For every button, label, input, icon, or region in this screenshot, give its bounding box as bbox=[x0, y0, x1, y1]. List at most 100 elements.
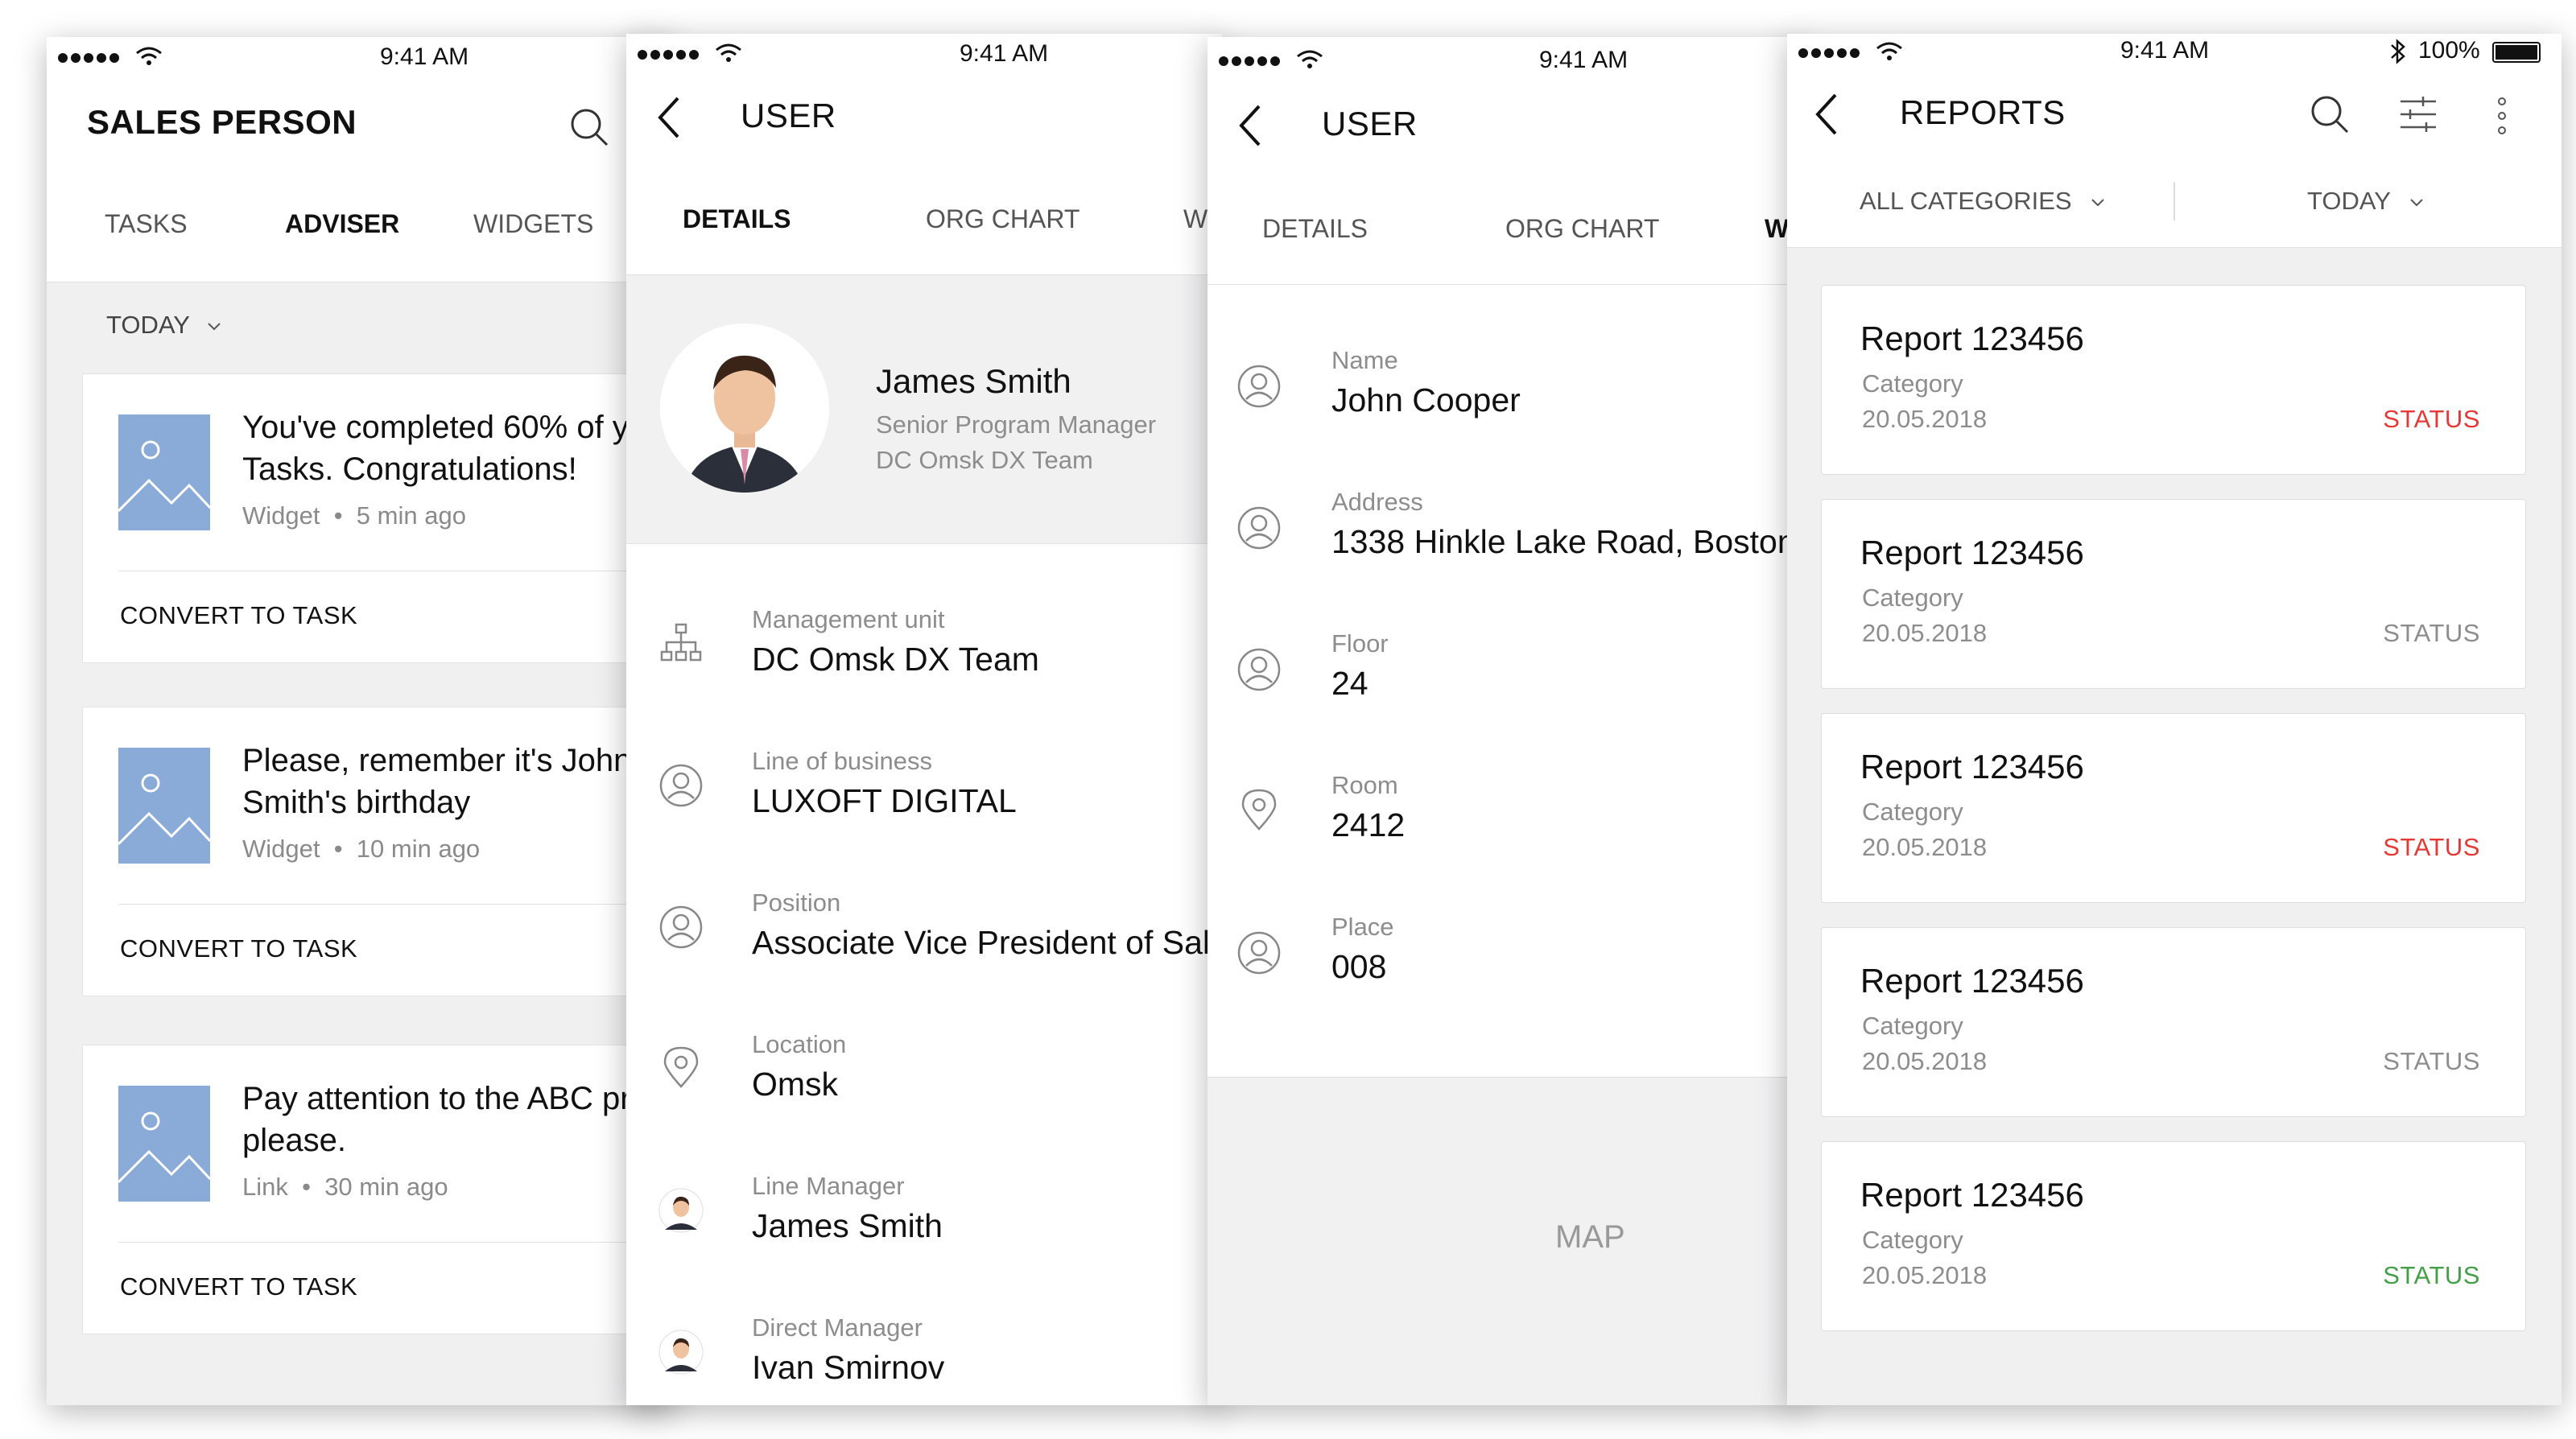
wifi-icon bbox=[716, 43, 741, 62]
detail-row-place: Place 008 bbox=[1208, 913, 1803, 1033]
report-card[interactable]: Report 123456 Category 20.05.2018 STATUS bbox=[1821, 713, 2526, 903]
field-label: Place bbox=[1331, 913, 1394, 941]
field-value: John Cooper bbox=[1331, 381, 1521, 419]
field-value: LUXOFT DIGITAL bbox=[752, 782, 1017, 819]
filter-settings-icon[interactable] bbox=[2397, 93, 2439, 135]
search-icon[interactable] bbox=[567, 105, 612, 150]
page-title: REPORTS bbox=[1900, 93, 2066, 131]
back-arrow-icon[interactable] bbox=[1813, 92, 1842, 137]
report-title: Report 123456 bbox=[1860, 962, 2084, 1000]
divider bbox=[118, 1242, 675, 1243]
signal-icon bbox=[58, 53, 119, 63]
status-time: 9:41 AM bbox=[960, 40, 1049, 67]
report-category: Category bbox=[1862, 1226, 1963, 1254]
tab-overflow[interactable]: W bbox=[1765, 214, 1789, 244]
chevron-down-icon bbox=[2091, 199, 2104, 207]
field-value: 24 bbox=[1331, 665, 1368, 702]
tab-widgets[interactable]: WIDGETS bbox=[473, 209, 593, 239]
report-date: 20.05.2018 bbox=[1862, 405, 1988, 433]
report-card[interactable]: Report 123456 Category 20.05.2018 STATUS bbox=[1821, 1141, 2526, 1331]
wifi-icon bbox=[1297, 50, 1323, 68]
map-view[interactable]: MAP bbox=[1208, 1077, 1803, 1405]
date-filter[interactable]: TODAY bbox=[2307, 187, 2425, 216]
date-filter-label: TODAY bbox=[2307, 187, 2391, 215]
avatar bbox=[660, 324, 829, 493]
report-card[interactable]: Report 123456 Category 20.05.2018 STATUS bbox=[1821, 499, 2526, 689]
convert-to-task-button[interactable]: CONVERT TO TASK bbox=[120, 934, 357, 963]
detail-row-room: Room 2412 bbox=[1208, 771, 1803, 892]
sales-person-screen: 9:41 AM SALES PERSON TASKS ADVISER WIDGE… bbox=[47, 37, 675, 1405]
chevron-down-icon bbox=[2410, 199, 2423, 207]
profile-name: James Smith bbox=[876, 362, 1071, 400]
convert-to-task-button[interactable]: CONVERT TO TASK bbox=[120, 1272, 357, 1301]
field-label: Line of business bbox=[752, 747, 933, 775]
card-meta: Widget • 5 min ago bbox=[242, 501, 466, 530]
org-chart-icon bbox=[660, 623, 702, 662]
page-title: SALES PERSON bbox=[87, 103, 357, 141]
report-date: 20.05.2018 bbox=[1862, 1261, 1988, 1289]
report-title: Report 123456 bbox=[1860, 1176, 2084, 1214]
convert-to-task-button[interactable]: CONVERT TO TASK bbox=[120, 601, 357, 630]
signal-icon bbox=[638, 50, 699, 60]
adviser-card[interactable]: Pay attention to the ABC project, please… bbox=[82, 1045, 675, 1334]
field-label: Name bbox=[1331, 346, 1398, 374]
tab-overflow[interactable]: W bbox=[1183, 204, 1208, 234]
battery-icon bbox=[2492, 42, 2541, 63]
detail-row-line-of-business: Line of business LUXOFT DIGITAL bbox=[626, 747, 1222, 868]
app-header: 9:41 AM USER DETAILS ORG CHART W bbox=[626, 34, 1222, 275]
tab-details[interactable]: DETAILS bbox=[1262, 214, 1368, 244]
user-circle-icon bbox=[1237, 931, 1281, 975]
report-date: 20.05.2018 bbox=[1862, 619, 1988, 647]
status-badge: STATUS bbox=[2383, 1047, 2480, 1075]
report-card[interactable]: Report 123456 Category 20.05.2018 STATUS bbox=[1821, 285, 2526, 475]
battery-percentage: 100% bbox=[2418, 37, 2480, 64]
divider bbox=[2174, 182, 2175, 221]
report-card[interactable]: Report 123456 Category 20.05.2018 STATUS bbox=[1821, 927, 2526, 1117]
detail-row-floor: Floor 24 bbox=[1208, 629, 1803, 750]
field-label: Floor bbox=[1331, 629, 1389, 658]
page-title: USER bbox=[741, 97, 836, 134]
field-value: 1338 Hinkle Lake Road, Boston bbox=[1331, 523, 1796, 560]
back-arrow-icon[interactable] bbox=[1236, 103, 1265, 148]
app-header: 9:41 AM USER DETAILS ORG CHART W bbox=[1208, 37, 1803, 285]
status-time: 9:41 AM bbox=[1539, 47, 1629, 73]
date-filter[interactable]: TODAY bbox=[106, 311, 222, 340]
field-value: 2412 bbox=[1331, 806, 1406, 843]
field-value: James Smith bbox=[752, 1207, 943, 1244]
date-filter-label: TODAY bbox=[106, 311, 190, 339]
user-location-screen: 9:41 AM USER DETAILS ORG CHART W Name Jo… bbox=[1208, 37, 1803, 1405]
tab-adviser[interactable]: ADVISER bbox=[285, 209, 399, 239]
back-arrow-icon[interactable] bbox=[655, 95, 684, 140]
profile-team: DC Omsk DX Team bbox=[876, 446, 1093, 474]
user-circle-icon bbox=[659, 764, 703, 807]
signal-icon bbox=[1219, 56, 1280, 66]
search-icon[interactable] bbox=[2307, 92, 2352, 137]
signal-icon bbox=[1798, 48, 1860, 58]
image-placeholder-icon bbox=[118, 1086, 210, 1202]
status-badge: STATUS bbox=[2383, 619, 2480, 647]
detail-row-name: Name John Cooper bbox=[1208, 346, 1803, 467]
detail-row-line-manager[interactable]: Line Manager James Smith bbox=[626, 1172, 1222, 1293]
field-value: Ivan Smirnov bbox=[752, 1349, 945, 1386]
tab-org-chart[interactable]: ORG CHART bbox=[926, 204, 1080, 234]
field-value: Associate Vice President of Sales bbox=[752, 924, 1222, 961]
more-vertical-icon[interactable] bbox=[2496, 95, 2508, 137]
tab-org-chart[interactable]: ORG CHART bbox=[1505, 214, 1659, 244]
adviser-card[interactable]: You've completed 60% of your Tasks. Cong… bbox=[82, 373, 675, 663]
detail-row-address: Address 1338 Hinkle Lake Road, Boston bbox=[1208, 488, 1803, 608]
user-circle-icon bbox=[659, 905, 703, 949]
category-filter[interactable]: ALL CATEGORIES bbox=[1860, 187, 2106, 216]
report-title: Report 123456 bbox=[1860, 534, 2084, 571]
status-badge: STATUS bbox=[2383, 405, 2480, 433]
detail-row-management-unit: Management unit DC Omsk DX Team bbox=[626, 605, 1222, 726]
adviser-card[interactable]: Please, remember it's John Smith's birth… bbox=[82, 707, 675, 996]
report-title: Report 123456 bbox=[1860, 748, 2084, 785]
card-title: Pay attention to the ABC project, please… bbox=[242, 1081, 675, 1158]
detail-row-direct-manager[interactable]: Direct Manager Ivan Smirnov bbox=[626, 1313, 1222, 1402]
tab-tasks[interactable]: TASKS bbox=[105, 209, 188, 239]
location-pin-icon bbox=[663, 1046, 699, 1088]
tab-details[interactable]: DETAILS bbox=[683, 204, 791, 234]
report-date: 20.05.2018 bbox=[1862, 1047, 1988, 1075]
page-title: USER bbox=[1322, 105, 1418, 142]
field-label: Direct Manager bbox=[752, 1313, 923, 1342]
